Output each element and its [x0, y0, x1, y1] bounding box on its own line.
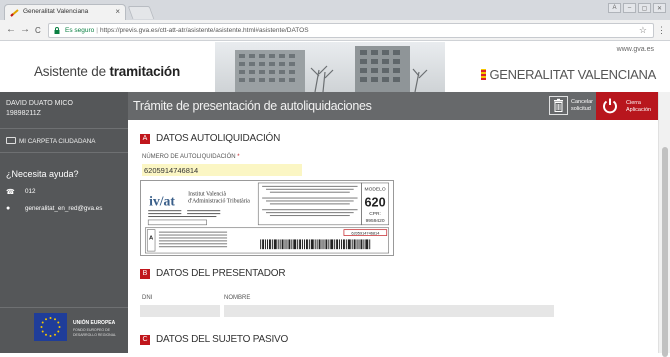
carpeta-ciudadana-link[interactable]: MI CARPETA CIUDADANA — [0, 129, 128, 153]
tab-close-icon[interactable]: × — [115, 7, 120, 16]
close-label-line2: Aplicación — [626, 107, 652, 113]
phone-row: ☎ 012 — [0, 188, 128, 200]
user-info: DAVID DUATO MICO 19898211Z — [0, 92, 128, 129]
section-c-title: DATOS DEL SUJETO PASIVO — [156, 334, 289, 345]
cancel-label-line2: solicitud — [571, 106, 591, 112]
section-c-heading: C DATOS DEL SUJETO PASIVO — [140, 334, 288, 345]
scrollbar-thumb[interactable] — [662, 147, 668, 357]
site-title-bold: tramitación — [109, 64, 181, 79]
modelo-label: MODELO — [365, 187, 386, 193]
gva-favicon-icon — [10, 9, 19, 17]
www-link[interactable]: www.gva.es — [617, 46, 654, 53]
institute-line2: d'Administració Tributària — [188, 198, 250, 204]
dni-label: DNI — [142, 295, 153, 301]
profile-button[interactable]: A — [608, 3, 621, 13]
help-email[interactable]: generalitat_en_red@gva.es — [25, 205, 102, 212]
section-c-letter: C — [140, 335, 150, 345]
num-autoliquidacion-label: NÚMERO DE AUTOLIQUIDACIÓN * — [142, 154, 240, 160]
section-a-title: DATOS AUTOLIQUIDACIÓN — [156, 133, 281, 144]
close-window-button[interactable]: ✕ — [653, 3, 666, 13]
forward-icon[interactable]: → — [20, 24, 30, 36]
institute-line1: Institut Valencià — [188, 192, 226, 198]
autoliquidacion-form-image: iv/at Institut Valencià d'Administració … — [140, 180, 394, 256]
bookmark-star-icon[interactable]: ☆ — [639, 25, 647, 36]
required-marker: * — [237, 154, 240, 160]
close-app-button[interactable]: Cierra Aplicación — [596, 92, 658, 120]
url-separator: | — [96, 27, 98, 34]
user-name: DAVID DUATO MICO — [6, 100, 73, 107]
sidebar: DAVID DUATO MICO 19898211Z MI CARPETA CI… — [0, 92, 128, 353]
eu-flag-icon — [34, 313, 67, 341]
new-tab-button[interactable] — [127, 6, 155, 19]
form-barcode-number: 6205914746814 — [351, 230, 380, 235]
phone-icon: ☎ — [6, 189, 15, 196]
section-b-title: DATOS DEL PRESENTADOR — [156, 268, 286, 279]
cpr-value: 9959420 — [366, 218, 385, 224]
barcode-icon — [260, 239, 371, 250]
building-banner-image — [215, 42, 445, 92]
site-header: Asistente de tramitación www.gva.es GENE… — [0, 42, 670, 92]
eu-title: UNIÓN EUROPEA — [73, 320, 116, 326]
browser-tab-bar: Generalitat Valenciana × A – ▢ ✕ — [0, 0, 670, 20]
section-b-letter: B — [140, 269, 150, 279]
main-content: A DATOS AUTOLIQUIDACIÓN NÚMERO DE AUTOLIQ… — [128, 120, 658, 353]
num-label-text: NÚMERO DE AUTOLIQUIDACIÓN — [142, 154, 236, 160]
nombre-input[interactable] — [224, 305, 554, 317]
section-a-heading: A DATOS AUTOLIQUIDACIÓN — [140, 133, 280, 144]
nombre-label: NOMBRE — [224, 295, 251, 301]
folder-icon — [6, 137, 16, 144]
browser-tab[interactable]: Generalitat Valenciana × — [4, 4, 126, 20]
minimize-button[interactable]: – — [623, 3, 636, 13]
url-field[interactable]: Es seguro | https://previs.gva.es/ctt-att-… — [48, 23, 654, 38]
secure-label: Es seguro — [65, 27, 95, 34]
ivat-logo-text: iv/at — [149, 193, 175, 208]
phone-number: 012 — [25, 188, 36, 195]
back-icon[interactable]: ← — [6, 24, 16, 36]
lock-icon — [54, 27, 60, 34]
maximize-button[interactable]: ▢ — [638, 3, 651, 13]
gva-logo: GENERALITAT VALENCIANA — [481, 67, 656, 82]
carpeta-label: MI CARPETA CIUDADANA — [19, 138, 96, 145]
page-title: Trámite de presentación de autoliquidaci… — [133, 99, 372, 113]
site-title-prefix: Asistente de — [34, 64, 110, 79]
tab-title: Generalitat Valenciana — [23, 8, 89, 15]
eu-funding-block: UNIÓN EUROPEA FONDO EUROPEO DE DESARROLL… — [0, 307, 128, 347]
cpr-label: CPR: — [369, 211, 381, 217]
section-a-letter: A — [140, 134, 150, 144]
close-app-label: Cierra Aplicación — [626, 100, 651, 114]
email-row: ● generalitat_en_red@gva.es — [0, 205, 128, 217]
senyera-flag-icon — [481, 69, 487, 80]
page-scrollbar[interactable] — [658, 92, 670, 357]
help-title: ¿Necesita ayuda? — [6, 169, 79, 179]
cancel-label-line1: Cancelar — [571, 99, 594, 105]
section-b-heading: B DATOS DEL PRESENTADOR — [140, 268, 286, 279]
cancel-request-button[interactable]: Cancelar solicitud — [571, 99, 593, 113]
num-autoliquidacion-input[interactable] — [142, 164, 302, 176]
site-title: Asistente de tramitación — [34, 64, 180, 79]
at-icon: ● — [6, 205, 11, 212]
org-name: GENERALITAT VALENCIANA — [489, 67, 656, 82]
main-header: Trámite de presentación de autoliquidaci… — [128, 92, 658, 120]
power-icon — [603, 98, 617, 114]
browser-menu-icon[interactable]: ⋮ — [657, 25, 666, 36]
trash-icon[interactable] — [549, 96, 568, 115]
dni-input[interactable] — [140, 305, 220, 317]
close-label-line1: Cierra — [626, 100, 641, 106]
window-controls: A – ▢ ✕ — [608, 3, 666, 13]
url-text: https://previs.gva.es/ctt-att-atr/asiste… — [99, 27, 309, 34]
modelo-number: 620 — [365, 195, 386, 209]
user-id: 19898211Z — [6, 110, 41, 117]
eu-subtitle: FONDO EUROPEO DE DESARROLLO REGIONAL — [73, 328, 116, 337]
reload-icon[interactable]: C — [35, 25, 41, 37]
browser-address-bar: ← → C Es seguro | https://previs.gva.es/ct… — [0, 20, 670, 41]
